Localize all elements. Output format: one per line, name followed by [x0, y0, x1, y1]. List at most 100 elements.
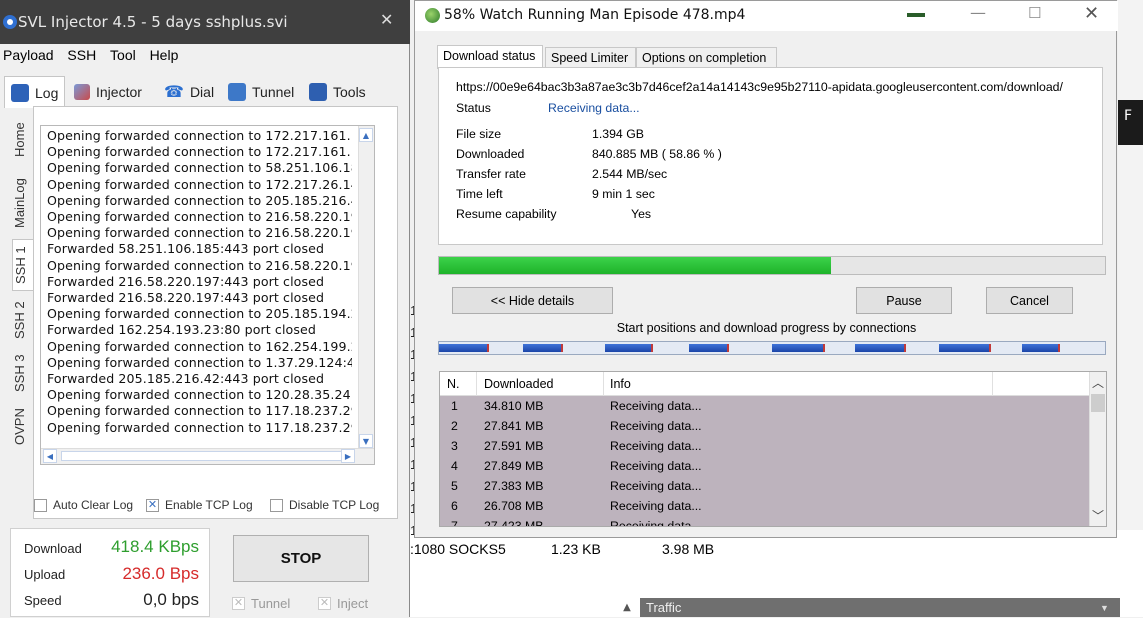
download-window-title: 58% Watch Running Man Episode 478.mp4	[444, 7, 746, 23]
table-row[interactable]: 2 27.841 MB Receiving data...	[440, 416, 1091, 436]
stop-button[interactable]: STOP	[233, 535, 369, 582]
tunnel-checkbox[interactable]: ✕ Tunnel	[232, 596, 290, 611]
tab-dial[interactable]: ☎ Dial	[164, 78, 214, 106]
tab-dial-label: Dial	[189, 84, 215, 100]
column-header-number[interactable]: N.	[447, 377, 460, 391]
table-row[interactable]: 4 27.849 MB Receiving data...	[440, 456, 1091, 476]
menu-payload[interactable]: Payload	[3, 44, 54, 66]
download-value: 418.4 KBps	[111, 537, 199, 556]
maximize-button[interactable]: ☐	[1028, 4, 1041, 22]
svl-close-button[interactable]: ✕	[380, 10, 393, 29]
table-row[interactable]: 5 27.383 MB Receiving data...	[440, 476, 1091, 496]
scroll-up-icon[interactable]: ▲	[359, 128, 373, 142]
scroll-right-icon[interactable]: ▶	[341, 449, 355, 463]
auto-clear-log-checkbox[interactable]: Auto Clear Log	[34, 498, 133, 512]
status-value: Receiving data...	[548, 101, 640, 115]
connection-info: Receiving data...	[610, 459, 702, 473]
scroll-down-icon[interactable]: ▼	[359, 434, 373, 448]
column-header-info[interactable]: Info	[610, 377, 631, 391]
checkbox-checked-icon[interactable]: ✕	[232, 597, 245, 610]
table-vertical-scrollbar[interactable]: ︿ ﹀	[1089, 372, 1106, 526]
menu-tool[interactable]: Tool	[110, 44, 136, 66]
chevron-up-icon[interactable]: ▲	[617, 598, 637, 617]
speed-label: Speed	[24, 593, 62, 608]
side-tab-ssh1[interactable]: SSH 1	[12, 239, 34, 291]
connections-table-body: 1 34.810 MB Receiving data... 2 27.841 MB Rec…	[440, 396, 1091, 526]
enable-tcp-log-checkbox[interactable]: ✕ Enable TCP Log	[146, 498, 253, 512]
checkbox-checked-icon[interactable]: ✕	[318, 597, 331, 610]
svl-title-bar: SVL Injector 4.5 - 5 days sshplus.svi ✕	[0, 0, 410, 44]
log-horizontal-scrollbar[interactable]: ◀ ▶	[41, 448, 374, 464]
speed-value: 0,0 bps	[143, 590, 199, 609]
close-button[interactable]: ✕	[1084, 3, 1099, 24]
hide-details-button[interactable]: << Hide details	[452, 287, 613, 314]
log-line: Opening forwarded connection to 1.37.29.…	[47, 354, 352, 370]
connection-info: Receiving data...	[610, 419, 702, 433]
tab-injector[interactable]: Injector	[74, 78, 142, 106]
log-lines: Opening forwarded connection to 172.217.…	[47, 128, 352, 436]
inject-checkbox[interactable]: ✕ Inject	[318, 596, 368, 611]
log-line: Opening forwarded connection to 58.251.1…	[47, 160, 352, 176]
connection-info: Receiving data...	[610, 479, 702, 493]
tab-tunnel[interactable]: Tunnel	[228, 78, 294, 106]
download-app-icon	[425, 8, 440, 23]
tab-options-on-completion[interactable]: Options on completion	[636, 47, 777, 68]
svl-injector-window: SVL Injector 4.5 - 5 days sshplus.svi ✕ …	[0, 0, 410, 617]
minimize-button[interactable]: —	[970, 3, 986, 22]
chevron-up-icon[interactable]: ︿	[1092, 374, 1104, 391]
log-line: Opening forwarded connection to 117.18.2…	[47, 403, 352, 419]
table-row[interactable]: 1 34.810 MB Receiving data...	[440, 396, 1091, 416]
side-tab-ssh2[interactable]: SSH 2	[12, 295, 34, 345]
tunnel-icon	[228, 83, 246, 101]
checkbox-box[interactable]	[270, 498, 283, 512]
tab-log[interactable]: Log	[4, 76, 66, 108]
connection-segment	[523, 344, 563, 352]
table-row[interactable]: 7 27.423 MB Receiving data...	[440, 516, 1091, 526]
connection-segment	[855, 344, 906, 352]
side-tab-home[interactable]: Home	[12, 115, 34, 165]
menu-ssh[interactable]: SSH	[67, 44, 96, 66]
dropdown-arrow-icon[interactable]: ▼	[1100, 598, 1109, 618]
scroll-left-icon[interactable]: ◀	[43, 449, 57, 463]
log-textbox[interactable]: Opening forwarded connection to 172.217.…	[40, 125, 375, 465]
bg-row-port: :1080 SOCKS5	[410, 541, 506, 557]
table-row[interactable]: 3 27.591 MB Receiving data...	[440, 436, 1091, 456]
tab-speed-limiter[interactable]: Speed Limiter	[545, 47, 636, 68]
background-connection-row: :1080 SOCKS5 1.23 KB 3.98 MB	[410, 541, 714, 557]
log-line: Forwarded 58.251.106.185:443 port closed	[47, 241, 325, 257]
svl-window-title: SVL Injector 4.5 - 5 days sshplus.svi	[18, 13, 288, 31]
scroll-thumb[interactable]	[61, 451, 351, 461]
menu-help[interactable]: Help	[150, 44, 179, 66]
log-line: Forwarded 162.254.193.23:80 port closed	[47, 322, 316, 338]
side-tab-ovpn[interactable]: OVPN	[12, 403, 34, 451]
log-line: Opening forwarded connection to 216.58.2…	[47, 209, 352, 225]
connection-info: Receiving data...	[610, 399, 702, 413]
download-label: Download	[24, 541, 82, 556]
side-tab-mainlog[interactable]: MainLog	[12, 170, 34, 236]
checkbox-checked-icon[interactable]: ✕	[146, 498, 159, 512]
connection-info: Receiving data...	[610, 439, 702, 453]
connection-number: 5	[451, 479, 458, 493]
cancel-button[interactable]: Cancel	[986, 287, 1073, 314]
chevron-down-icon[interactable]: ﹀	[1092, 507, 1104, 524]
log-line: Opening forwarded connection to 205.185.…	[47, 192, 352, 208]
log-line: Opening forwarded connection to 172.217.…	[47, 128, 352, 143]
connection-number: 1	[451, 399, 458, 413]
log-line: Forwarded 216.58.220.197:443 port closed	[47, 273, 325, 289]
download-progress-fill	[439, 257, 831, 274]
column-header-downloaded[interactable]: Downloaded	[484, 377, 554, 391]
tab-tools[interactable]: Tools	[309, 78, 366, 106]
tab-download-status[interactable]: Download status	[437, 45, 543, 69]
log-vertical-scrollbar[interactable]: ▲ ▼	[358, 126, 374, 448]
pause-button[interactable]: Pause	[856, 287, 952, 314]
log-icon	[11, 83, 29, 102]
side-tab-ssh3[interactable]: SSH 3	[12, 348, 34, 398]
log-line: Opening forwarded connection to 120.28.3…	[47, 387, 352, 403]
disable-tcp-log-checkbox[interactable]: Disable TCP Log	[270, 498, 379, 512]
table-row[interactable]: 6 26.708 MB Receiving data...	[440, 496, 1091, 516]
auto-clear-log-label: Auto Clear Log	[53, 498, 134, 512]
scroll-thumb[interactable]	[1091, 394, 1105, 412]
connection-info: Receiving data...	[610, 499, 702, 513]
checkbox-box[interactable]	[34, 498, 47, 512]
connection-downloaded: 27.849 MB	[484, 459, 544, 473]
